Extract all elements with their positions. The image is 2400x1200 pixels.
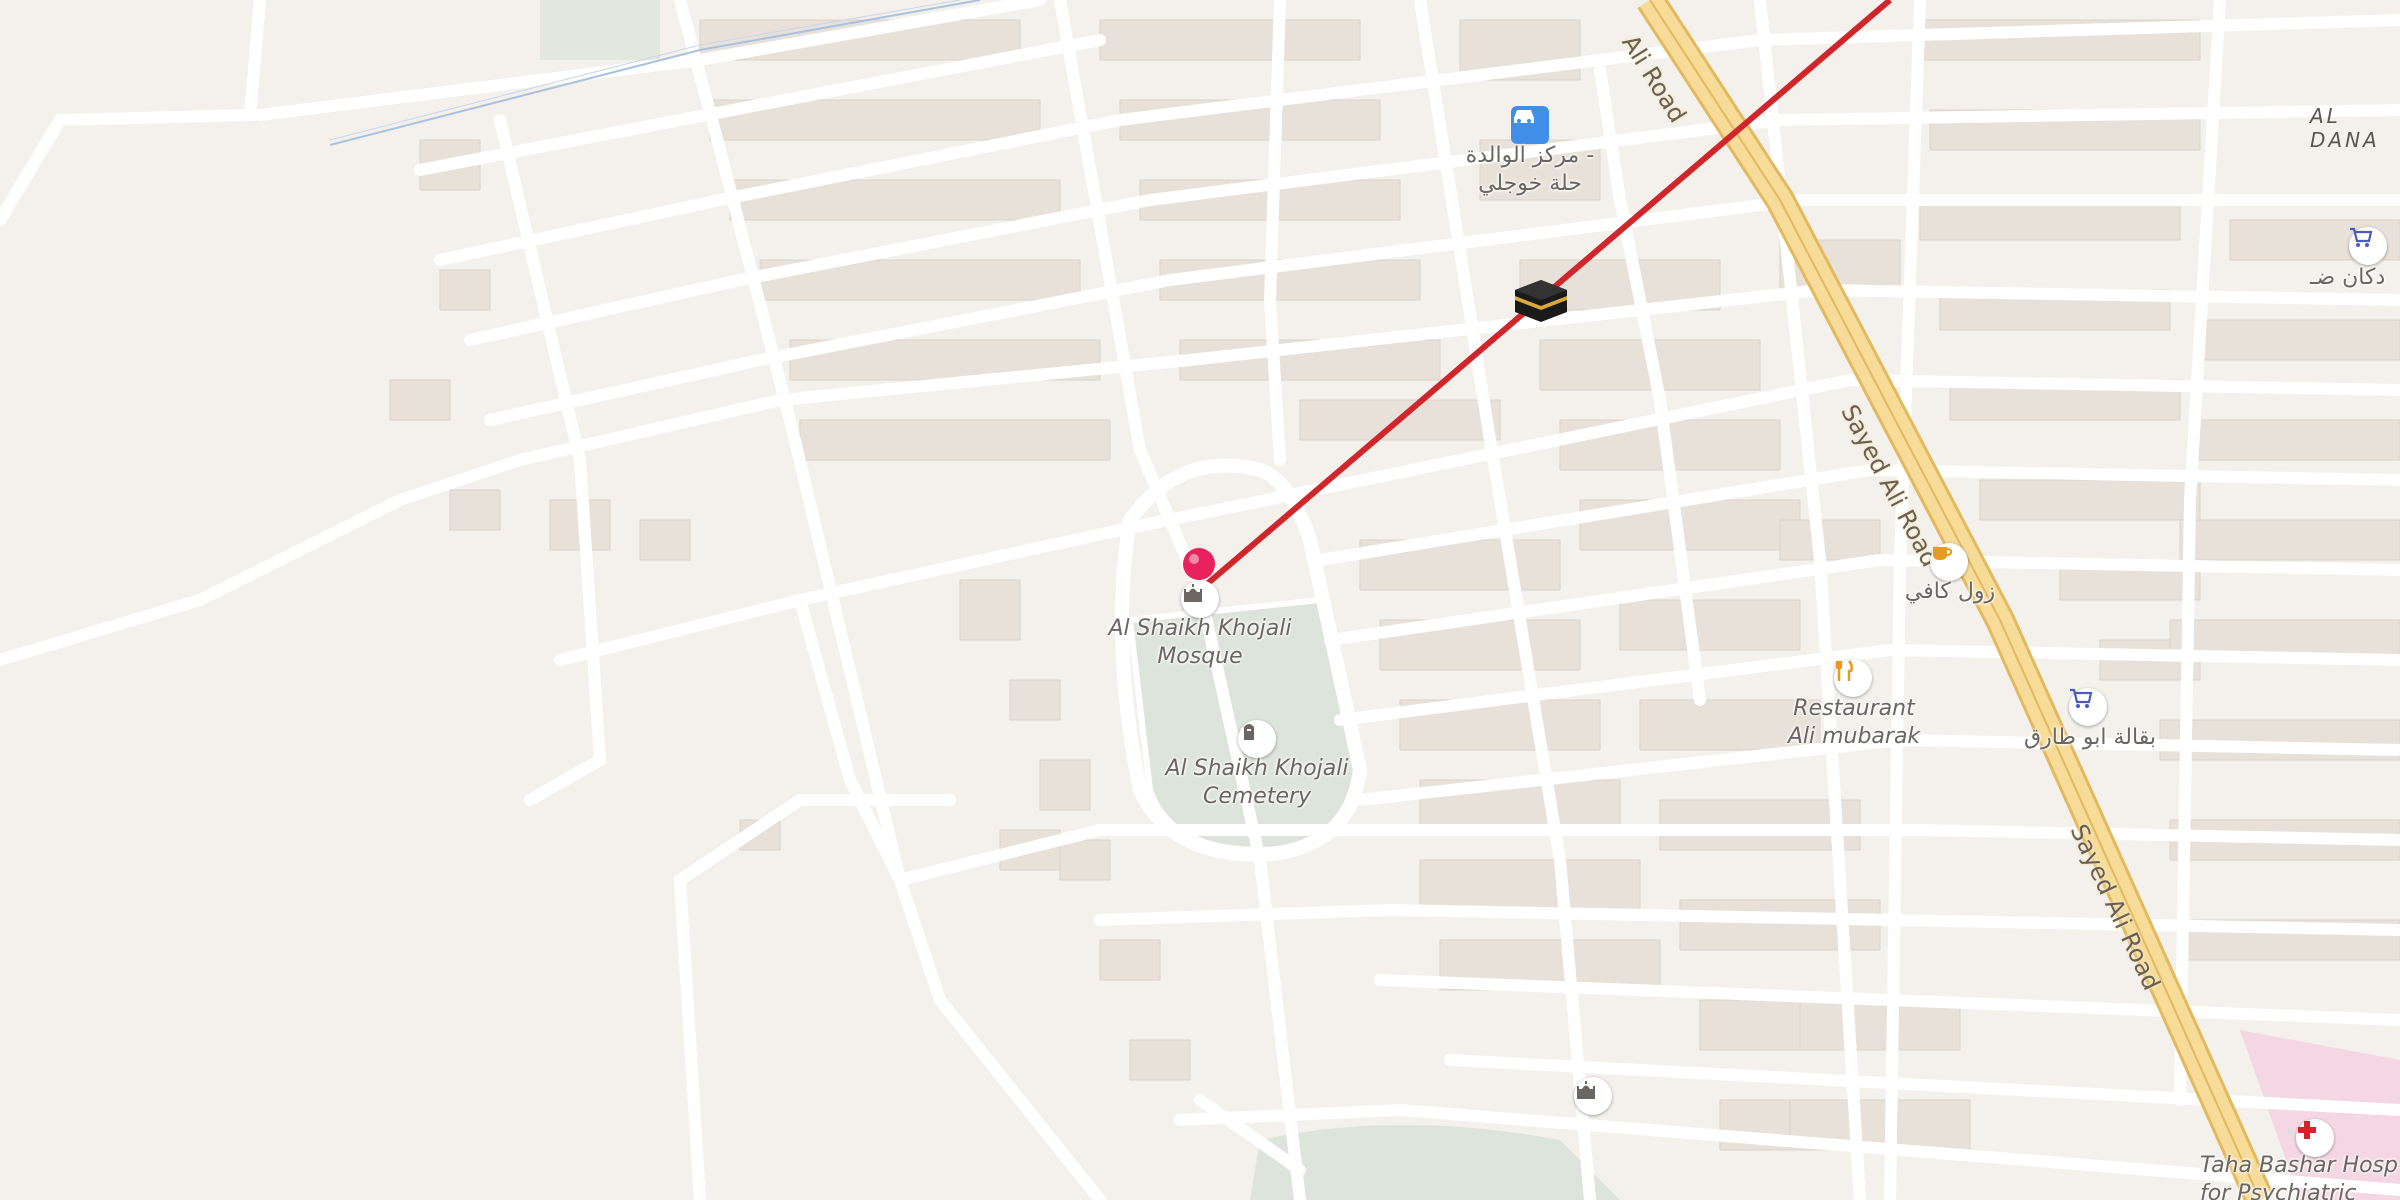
cart-icon-right[interactable]	[2349, 227, 2387, 265]
poi-label-cemetery-line2: Cemetery	[1202, 784, 1312, 809]
poi-label-grocery-tariq: بقالة ابو طارق	[2024, 725, 2156, 750]
poi-label-mosque-line2: Mosque	[1157, 644, 1243, 669]
poi-label-hospital-line1: Taha Bashar Hosp	[2200, 1153, 2398, 1178]
fork-knife-icon[interactable]	[1834, 659, 1872, 697]
area-label: AL DANA	[2310, 104, 2380, 152]
poi-label-mosque: Al Shaikh Khojali Mosque	[1080, 615, 1320, 671]
poi-label-cemetery-line1: Al Shaikh Khojali	[1165, 756, 1349, 781]
kaaba-icon[interactable]	[1513, 278, 1569, 324]
poi-label-car-center-line2: حلة خوجلي	[1478, 171, 1582, 196]
cemetery-icon[interactable]	[1238, 720, 1276, 758]
coffee-icon[interactable]	[1930, 543, 1968, 581]
poi-label-car-center-line1: مركز الوالدة -	[1465, 143, 1595, 168]
poi-label-restaurant: Restaurant Ali mubarak	[1734, 695, 1974, 751]
poi-label-car-center: مركز الوالدة - حلة خوجلي	[1430, 142, 1630, 198]
poi-label-hospital-line2: for Psychiatric	[2200, 1181, 2357, 1200]
poi-label-cemetery: Al Shaikh Khojali Cemetery	[1137, 755, 1377, 811]
poi-label-hospital: Taha Bashar Hosp for Psychiatric	[2200, 1152, 2400, 1200]
poi-label-restaurant-line2: Ali mubarak	[1787, 724, 1921, 749]
mosque-icon-2[interactable]	[1574, 1077, 1612, 1115]
park-area	[1250, 1125, 1620, 1200]
poi-label-cafe: زول كافي	[1904, 579, 1996, 604]
green-patch	[540, 0, 660, 60]
cart-icon[interactable]	[2069, 688, 2107, 726]
poi-label-mosque-line1: Al Shaikh Khojali	[1108, 616, 1292, 641]
mosque-icon[interactable]	[1181, 580, 1219, 618]
car-icon[interactable]	[1511, 106, 1549, 144]
map-canvas[interactable]: Ali Road Sayed Ali Road Sayed Ali Road A…	[0, 0, 2400, 1200]
poi-label-grocery-right: دكان ضـ	[2310, 265, 2386, 290]
poi-label-restaurant-line1: Restaurant	[1793, 696, 1915, 721]
